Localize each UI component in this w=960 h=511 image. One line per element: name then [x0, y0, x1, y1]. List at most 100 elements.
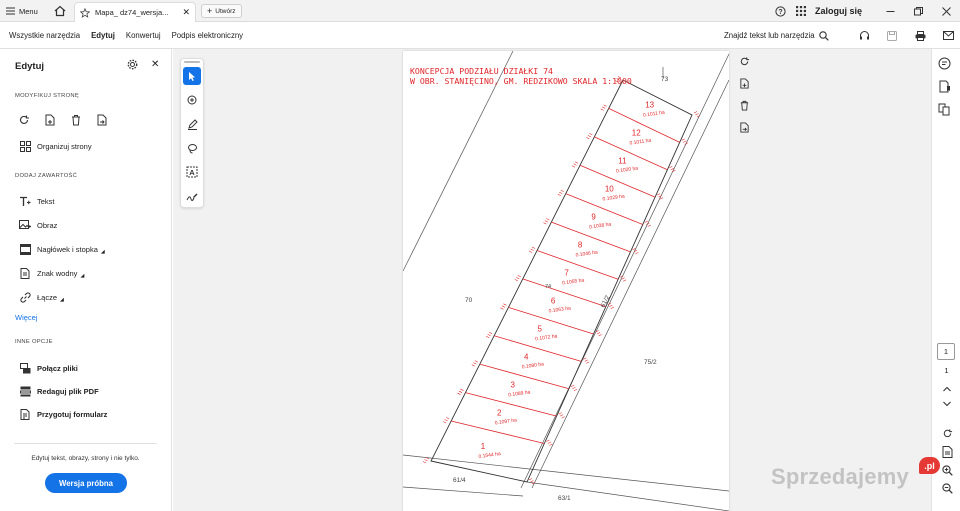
- dimension-tick: [485, 335, 490, 339]
- star-icon[interactable]: [80, 7, 90, 18]
- add-text-item[interactable]: Tekst: [19, 195, 55, 207]
- map-drawing: 10.1544 ha 20.1097 ha 30.1089 ha 40.1080 ha…: [403, 51, 729, 511]
- redact-pdf-item[interactable]: Redaguj plik PDF: [19, 385, 99, 397]
- page-number-input[interactable]: 1: [937, 343, 955, 360]
- help-button[interactable]: ?: [771, 5, 791, 17]
- lot-number: 8: [578, 241, 583, 250]
- dimension-tick: [501, 305, 506, 308]
- organize-pages-item[interactable]: Organizuj strony: [19, 140, 92, 152]
- lot-area: 0.1080 ha: [521, 361, 544, 370]
- link-item[interactable]: Łącze ◢: [19, 291, 64, 303]
- toolbar-item-e-sign[interactable]: Podpis elektroniczny: [172, 31, 244, 40]
- dimension-tick: [460, 388, 464, 391]
- printer-icon: [915, 30, 925, 41]
- right-rail: 1 1: [931, 49, 960, 511]
- dimension-tick: [530, 480, 534, 483]
- toolbar-item-convert[interactable]: Konwertuj: [126, 31, 161, 40]
- email-button[interactable]: [934, 31, 960, 40]
- organize-pages-icon: [19, 140, 31, 152]
- prepare-form-item[interactable]: Przygotuj formularz: [19, 408, 107, 420]
- dimension-tick: [517, 275, 521, 278]
- chevron-down-icon[interactable]: [942, 400, 952, 408]
- insert-page-icon[interactable]: [44, 114, 56, 126]
- zoom-out-icon[interactable]: [941, 483, 953, 494]
- lot-area: 0.1063 ha: [548, 305, 571, 314]
- parcel-label-74: 74: [545, 284, 551, 290]
- panel-close-icon[interactable]: ✕: [151, 59, 159, 70]
- dimension-tick: [561, 416, 565, 419]
- trash-icon[interactable]: [70, 114, 82, 126]
- lot-area: 0.1097 ha: [494, 417, 517, 426]
- menu-button[interactable]: Menu: [6, 4, 38, 18]
- watermark-badge: .pl: [919, 457, 940, 474]
- print-button[interactable]: [906, 30, 934, 41]
- extract-page-icon[interactable]: [739, 122, 750, 133]
- combine-files-item[interactable]: Połącz pliki: [19, 362, 78, 374]
- rail-tools: [938, 57, 951, 116]
- lot-number: 5: [537, 325, 542, 334]
- delete-page-icon[interactable]: [739, 100, 750, 111]
- link-icon: [19, 291, 31, 303]
- dimension-tick: [547, 441, 551, 444]
- maximize-button[interactable]: [904, 0, 932, 22]
- rotate-page-icon[interactable]: [739, 56, 750, 67]
- text-box-tool[interactable]: A: [183, 163, 201, 181]
- save-button[interactable]: [878, 30, 906, 41]
- lot-number: 11: [618, 157, 627, 166]
- free-trial-button[interactable]: Wersja próbna: [45, 473, 127, 493]
- dimension-tick: [531, 246, 536, 249]
- insert-page-icon[interactable]: [739, 78, 750, 89]
- zoom-in-icon[interactable]: [941, 465, 953, 476]
- lot-area: 0.1011 ha: [643, 110, 666, 119]
- home-icon: [54, 5, 66, 17]
- search-icon: [818, 30, 829, 41]
- pdf-page[interactable]: 1 0.1544 ha 2 0.1097 ha 3 0.1089 ha 4 0.1080 ha…: [403, 51, 729, 511]
- dimension-tick: [528, 478, 533, 481]
- read-aloud-button[interactable]: [850, 30, 878, 41]
- apps-button[interactable]: [791, 6, 811, 16]
- dimension-tick: [422, 461, 427, 464]
- refresh-icon[interactable]: [942, 428, 953, 439]
- bookmarks-icon[interactable]: [938, 80, 951, 93]
- dimension-tick: [623, 279, 627, 282]
- close-window-button[interactable]: [932, 0, 960, 22]
- dimension-tick: [424, 459, 428, 462]
- strip-grip[interactable]: [184, 61, 200, 63]
- watermark-item[interactable]: Znak wodny ◢: [19, 267, 84, 279]
- minimize-button[interactable]: [876, 0, 904, 22]
- document-tab[interactable]: Mapa_ dz74_wersja... ✕: [74, 2, 196, 22]
- sign-tool[interactable]: [183, 187, 201, 205]
- comment-panel-icon[interactable]: [938, 57, 951, 70]
- navigation-controls: [940, 385, 954, 494]
- rotate-icon[interactable]: [18, 114, 30, 126]
- dimension-tick: [583, 357, 587, 360]
- close-tab-icon[interactable]: ✕: [182, 7, 190, 18]
- draw-tool[interactable]: [183, 139, 201, 157]
- highlight-tool[interactable]: [183, 115, 201, 133]
- comment-tool[interactable]: [183, 91, 201, 109]
- edit-panel: Edytuj ✕ MODYFIKUJ STRONĘ Organizuj stro…: [0, 49, 172, 511]
- page-settings-icon[interactable]: [942, 446, 953, 458]
- dimension-tick: [695, 113, 699, 116]
- sign-in-link[interactable]: Zaloguj się: [815, 6, 862, 16]
- dimension-tick: [589, 133, 593, 136]
- panel-settings-button[interactable]: [127, 59, 138, 70]
- chevron-up-icon[interactable]: [942, 385, 952, 393]
- find-tools-button[interactable]: Znajdź tekst lub narzędzia: [724, 22, 829, 49]
- dimension-tick: [570, 384, 575, 387]
- extract-page-icon[interactable]: [96, 114, 108, 126]
- add-image-item[interactable]: Obraz: [19, 219, 57, 231]
- dimension-tick: [557, 193, 561, 196]
- watermark-icon: [20, 267, 30, 279]
- new-tab-button[interactable]: + Utwórz: [201, 4, 242, 18]
- header-footer-item[interactable]: Nagłówek i stopka ◢: [19, 243, 105, 255]
- dimension-tick: [610, 306, 614, 309]
- select-tool[interactable]: [183, 67, 201, 85]
- thumbnails-icon[interactable]: [938, 103, 951, 116]
- quick-tools-strip: A: [180, 58, 204, 208]
- more-link[interactable]: Więcej: [15, 313, 38, 322]
- toolbar-item-edit[interactable]: Edytuj: [91, 31, 115, 40]
- page-total: 1: [944, 366, 949, 375]
- toolbar-item-all-tools[interactable]: Wszystkie narzędzia: [9, 31, 80, 40]
- home-button[interactable]: [52, 3, 68, 19]
